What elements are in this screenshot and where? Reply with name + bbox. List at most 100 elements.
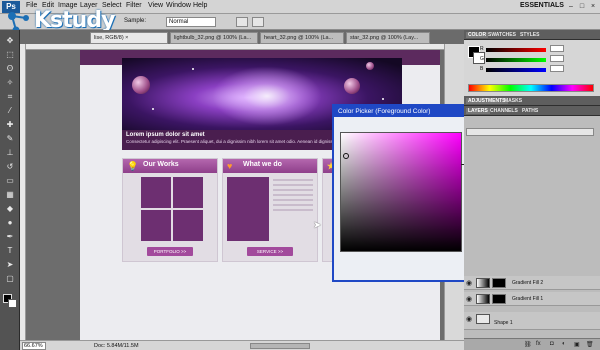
blue-slider[interactable]: B xyxy=(480,65,564,72)
layer-row[interactable]: ◉ Gradient Fill 1 xyxy=(464,292,600,306)
lightbulb-icon: 💡 xyxy=(127,161,139,171)
portfolio-tile[interactable] xyxy=(141,210,171,241)
portfolio-button[interactable]: PORTFOLIO >> xyxy=(147,247,193,256)
saturation-brightness-field[interactable] xyxy=(340,132,462,252)
crop-tool-icon[interactable]: ⌗ xyxy=(3,92,17,102)
layer-name[interactable]: Gradient Fill 2 xyxy=(512,280,543,286)
horizontal-scroll-thumb[interactable] xyxy=(250,343,310,349)
move-tool-icon[interactable]: ✥ xyxy=(3,36,17,46)
planet-small xyxy=(366,62,374,70)
options-button[interactable] xyxy=(236,17,248,27)
planet-left xyxy=(132,76,150,94)
doc-tab-main[interactable]: lise, RGB/8) × xyxy=(90,32,168,44)
right-panels: COLOR SWATCHES STYLES R G B ADJUSTMENTS … xyxy=(464,30,600,350)
layer-style-icon[interactable]: fx xyxy=(536,341,541,347)
type-tool-icon[interactable]: T xyxy=(3,246,17,256)
close-button[interactable]: × xyxy=(588,2,598,11)
marquee-tool-icon[interactable]: ⬚ xyxy=(3,50,17,60)
doc-tab-lightbulb[interactable]: lightbulb_32.png @ 100% (La... xyxy=(170,32,258,44)
menu-help[interactable]: Help xyxy=(193,2,207,9)
tab-layers[interactable]: LAYERS xyxy=(466,108,490,114)
green-slider[interactable]: G xyxy=(480,55,564,62)
sample-label: Sample: xyxy=(124,18,147,24)
green-value[interactable] xyxy=(550,55,564,62)
heart-icon: ♥ xyxy=(227,161,233,171)
blue-value[interactable] xyxy=(550,65,564,72)
portfolio-grid xyxy=(141,177,203,241)
layer-thumbnail xyxy=(476,278,490,288)
doc-tab-heart[interactable]: heart_32.png @ 100% (La... xyxy=(260,32,344,44)
sample-select[interactable]: Normal xyxy=(166,17,216,27)
background-color-swatch[interactable] xyxy=(8,299,17,308)
blend-mode-select[interactable] xyxy=(466,128,594,136)
column-our-works: 💡 Our Works PORTFOLIO >> xyxy=(122,158,218,262)
options-button-2[interactable] xyxy=(252,17,264,27)
layer-row[interactable]: ◉ Shape 1 xyxy=(464,312,600,330)
healing-tool-icon[interactable]: ✚ xyxy=(3,120,17,130)
gradient-tool-icon[interactable]: ▦ xyxy=(3,190,17,200)
stamp-tool-icon[interactable]: ⊥ xyxy=(3,148,17,158)
red-slider[interactable]: R xyxy=(480,45,564,52)
tab-channels[interactable]: CHANNELS xyxy=(490,108,518,114)
dodge-tool-icon[interactable]: ● xyxy=(3,218,17,228)
layer-mask-thumbnail xyxy=(492,294,506,304)
brush-tool-icon[interactable]: ✎ xyxy=(3,134,17,144)
tab-masks[interactable]: MASKS xyxy=(504,98,522,104)
menu-filter[interactable]: Filter xyxy=(126,2,142,9)
eye-icon[interactable]: ◉ xyxy=(466,295,472,303)
star-dot xyxy=(192,68,194,70)
layer-thumbnail xyxy=(476,314,490,324)
tab-color[interactable]: COLOR xyxy=(466,32,489,38)
doc-size[interactable]: Doc: 5.84M/11.5M xyxy=(94,343,139,349)
planet-right xyxy=(344,78,360,94)
color-spectrum-bar[interactable] xyxy=(468,84,594,92)
layers-bottom-bar: ⛓ fx ◘ ◐ ▣ 🗑 xyxy=(464,338,600,350)
minimize-button[interactable]: – xyxy=(566,2,576,11)
service-button[interactable]: SERVICE >> xyxy=(247,247,293,256)
zoom-field[interactable]: 66.67% xyxy=(22,342,46,350)
layers-panel-tabs: LAYERS CHANNELS PATHS xyxy=(464,106,600,116)
eraser-tool-icon[interactable]: ▭ xyxy=(3,176,17,186)
blur-tool-icon[interactable]: ◆ xyxy=(3,204,17,214)
history-brush-tool-icon[interactable]: ↺ xyxy=(3,162,17,172)
adjustment-layer-icon[interactable]: ◐ xyxy=(562,341,566,347)
menu-view[interactable]: View xyxy=(148,2,163,9)
path-select-tool-icon[interactable]: ➤ xyxy=(3,260,17,270)
new-layer-icon[interactable]: ▣ xyxy=(574,341,580,348)
service-text xyxy=(273,179,313,214)
tab-adjustments[interactable]: ADJUSTMENTS xyxy=(466,98,508,104)
portfolio-tile[interactable] xyxy=(173,177,203,208)
layer-name[interactable]: Shape 1 xyxy=(494,320,513,326)
eye-icon[interactable]: ◉ xyxy=(466,315,472,323)
workspace-switcher[interactable]: ESSENTIALS xyxy=(520,2,564,9)
tab-swatches[interactable]: SWATCHES xyxy=(488,32,516,38)
tab-paths[interactable]: PATHS xyxy=(522,108,538,114)
link-layers-icon[interactable]: ⛓ xyxy=(524,341,532,348)
pen-tool-icon[interactable]: ✒ xyxy=(3,232,17,242)
doc-tab-star[interactable]: star_32.png @ 100% (Lay... xyxy=(346,32,430,44)
color-cursor[interactable] xyxy=(343,153,349,159)
star-dot xyxy=(152,108,154,110)
layer-name[interactable]: Gradient Fill 1 xyxy=(512,296,543,302)
magic-wand-tool-icon[interactable]: ✧ xyxy=(3,78,17,88)
add-mask-icon[interactable]: ◘ xyxy=(550,341,554,347)
eyedropper-tool-icon[interactable]: ⁄ xyxy=(3,106,17,116)
portfolio-tile[interactable] xyxy=(141,177,171,208)
ruler-horizontal xyxy=(20,44,444,50)
menu-window[interactable]: Window xyxy=(166,2,191,9)
hero-burst xyxy=(212,66,322,126)
trash-icon[interactable]: 🗑 xyxy=(586,341,594,348)
red-value[interactable] xyxy=(550,45,564,52)
column-header: ♥ What we do xyxy=(223,159,317,173)
column-header: 💡 Our Works xyxy=(123,159,217,173)
status-bar: 66.67% Doc: 5.84M/11.5M xyxy=(20,340,464,350)
column-title: Our Works xyxy=(143,161,179,168)
tab-styles[interactable]: STYLES xyxy=(520,32,539,38)
eye-icon[interactable]: ◉ xyxy=(466,279,472,287)
color-panel: R G B xyxy=(464,40,600,96)
layer-row[interactable]: ◉ Gradient Fill 2 xyxy=(464,276,600,290)
shape-tool-icon[interactable]: ▢ xyxy=(3,274,17,284)
maximize-button[interactable]: □ xyxy=(577,2,587,11)
portfolio-tile[interactable] xyxy=(173,210,203,241)
lasso-tool-icon[interactable]: ʘ xyxy=(3,64,17,74)
